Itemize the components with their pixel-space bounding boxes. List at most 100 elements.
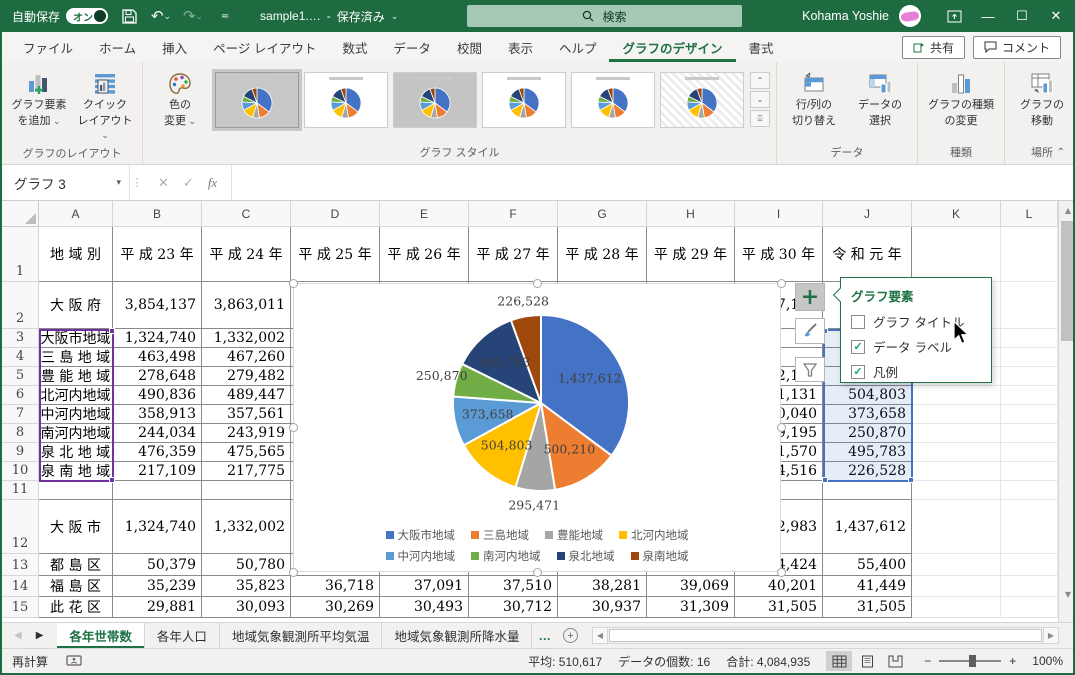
row-header-3[interactable]: 3 (2, 329, 39, 348)
close-button[interactable]: ✕ (1039, 0, 1073, 32)
cell-C4[interactable]: 467,260 (202, 348, 291, 367)
cell-B4[interactable]: 463,498 (113, 348, 202, 367)
cell-B9[interactable]: 476,359 (113, 443, 202, 462)
row-header-6[interactable]: 6 (2, 386, 39, 405)
view-page-break-icon[interactable] (882, 651, 908, 671)
cell-B14[interactable]: 35,239 (113, 576, 202, 597)
chart-styles-button[interactable] (795, 318, 825, 344)
column-header-G[interactable]: G (558, 201, 647, 227)
row-header-12[interactable]: 12 (2, 500, 39, 554)
quick-layout-button[interactable]: クイック レイアウト (74, 66, 136, 142)
cell-L5[interactable] (1001, 367, 1058, 386)
change-chart-type-button[interactable]: グラフの種類 の変更 (924, 66, 998, 129)
chart-resize-handle[interactable] (777, 568, 786, 577)
zoom-level[interactable]: 100% (1032, 654, 1063, 668)
cell-B13[interactable]: 50,379 (113, 554, 202, 576)
cell-K8[interactable] (912, 424, 1001, 443)
ribbon-tab-1[interactable]: ホーム (86, 32, 149, 62)
cell-B15[interactable]: 29,881 (113, 597, 202, 618)
cell-B10[interactable]: 217,109 (113, 462, 202, 481)
ribbon-tab-3[interactable]: ページ レイアウト (200, 32, 329, 62)
cell-L12[interactable] (1001, 500, 1058, 554)
view-normal-icon[interactable] (826, 651, 853, 671)
insert-function-icon[interactable]: fx (208, 175, 217, 191)
cell-K9[interactable] (912, 443, 1001, 462)
zoom-slider[interactable] (939, 655, 1002, 667)
cell-H15[interactable]: 31,309 (647, 597, 735, 618)
cell-K6[interactable] (912, 386, 1001, 405)
column-header-L[interactable]: L (1001, 201, 1058, 227)
sheet-tab-2[interactable]: 地域気象観測所平均気温 (220, 623, 383, 648)
column-header-D[interactable]: D (291, 201, 380, 227)
cell-H1[interactable]: 平 成 29 年 (647, 227, 735, 282)
sheet-tab-1[interactable]: 各年人口 (145, 623, 220, 648)
range-handle[interactable] (109, 328, 115, 334)
cell-C10[interactable]: 217,775 (202, 462, 291, 481)
range-handle[interactable] (109, 477, 115, 483)
row-header-9[interactable]: 9 (2, 443, 39, 462)
range-handle[interactable] (908, 477, 914, 483)
row-header-2[interactable]: 2 (2, 282, 39, 329)
chart-resize-handle[interactable] (289, 423, 298, 432)
cell-L4[interactable] (1001, 348, 1058, 367)
row-header-10[interactable]: 10 (2, 462, 39, 481)
cell-L15[interactable] (1001, 597, 1058, 618)
hscroll-right-icon[interactable]: ▶ (1043, 627, 1059, 644)
comments-button[interactable]: コメント (972, 35, 1061, 59)
cell-G14[interactable]: 38,281 (558, 576, 647, 597)
sheet-tab-0[interactable]: 各年世帯数 (57, 623, 145, 648)
row-header-15[interactable]: 15 (2, 597, 39, 618)
cell-C12[interactable]: 1,332,002 (202, 500, 291, 554)
ribbon-tab-5[interactable]: データ (380, 32, 444, 62)
chart-resize-handle[interactable] (289, 568, 298, 577)
select-all-corner[interactable] (2, 201, 39, 227)
popup-item-2[interactable]: ✓ 凡例 (851, 362, 981, 381)
cell-B6[interactable]: 490,836 (113, 386, 202, 405)
row-header-4[interactable]: 4 (2, 348, 39, 367)
chart-style-thumb-6[interactable] (660, 72, 744, 128)
cell-C15[interactable]: 30,093 (202, 597, 291, 618)
data-label-0[interactable]: 1,437,612 (558, 371, 622, 386)
cell-D14[interactable]: 36,718 (291, 576, 380, 597)
checkbox-unchecked-icon[interactable] (851, 314, 865, 329)
cell-L9[interactable] (1001, 443, 1058, 462)
sheet-nav-left-icon[interactable]: ◀ (14, 630, 22, 641)
calc-mode[interactable]: 再計算 (12, 653, 48, 670)
data-label-5[interactable]: 250,870 (416, 368, 468, 383)
cell-F14[interactable]: 37,510 (469, 576, 558, 597)
cell-L1[interactable] (1001, 227, 1058, 282)
cell-B11[interactable] (113, 481, 202, 500)
select-data-button[interactable]: データの 選択 (849, 66, 911, 129)
undo-icon[interactable]: ↶ ⌄ (150, 5, 172, 27)
cell-L7[interactable] (1001, 405, 1058, 424)
cell-E1[interactable]: 平 成 26 年 (380, 227, 469, 282)
chart-category-range-highlight[interactable] (39, 328, 115, 483)
cell-K7[interactable] (912, 405, 1001, 424)
customize-qat-icon[interactable]: ≂ (214, 5, 236, 27)
column-header-F[interactable]: F (469, 201, 558, 227)
cell-C14[interactable]: 35,823 (202, 576, 291, 597)
enter-icon[interactable]: ✓ (183, 175, 194, 191)
data-label-3[interactable]: 504,803 (481, 437, 533, 452)
cell-B7[interactable]: 358,913 (113, 405, 202, 424)
cell-C6[interactable]: 489,447 (202, 386, 291, 405)
sheet-tabs-overflow[interactable]: … (532, 623, 557, 648)
save-status[interactable]: 保存済み (337, 8, 385, 25)
legend-item-3[interactable]: 北河内地域 (619, 527, 689, 543)
legend-item-6[interactable]: 泉北地域 (556, 548, 615, 564)
search-input[interactable]: 検索 (467, 5, 742, 27)
cell-A11[interactable] (39, 481, 113, 500)
ribbon-tab-10[interactable]: 書式 (736, 32, 787, 62)
column-header-C[interactable]: C (202, 201, 291, 227)
cell-G15[interactable]: 30,937 (558, 597, 647, 618)
cell-E14[interactable]: 37,091 (380, 576, 469, 597)
row-header-5[interactable]: 5 (2, 367, 39, 386)
sheet-nav-right-icon[interactable]: ▶ (36, 630, 44, 641)
cell-A13[interactable]: 都 島 区 (39, 554, 113, 576)
horizontal-scrollbar[interactable] (607, 627, 1043, 644)
vscroll-thumb[interactable] (1061, 221, 1073, 341)
vscroll-up-icon[interactable]: ▲ (1059, 201, 1073, 219)
cell-C11[interactable] (202, 481, 291, 500)
save-icon[interactable] (118, 5, 140, 27)
data-label-7[interactable]: 226,528 (497, 294, 549, 309)
